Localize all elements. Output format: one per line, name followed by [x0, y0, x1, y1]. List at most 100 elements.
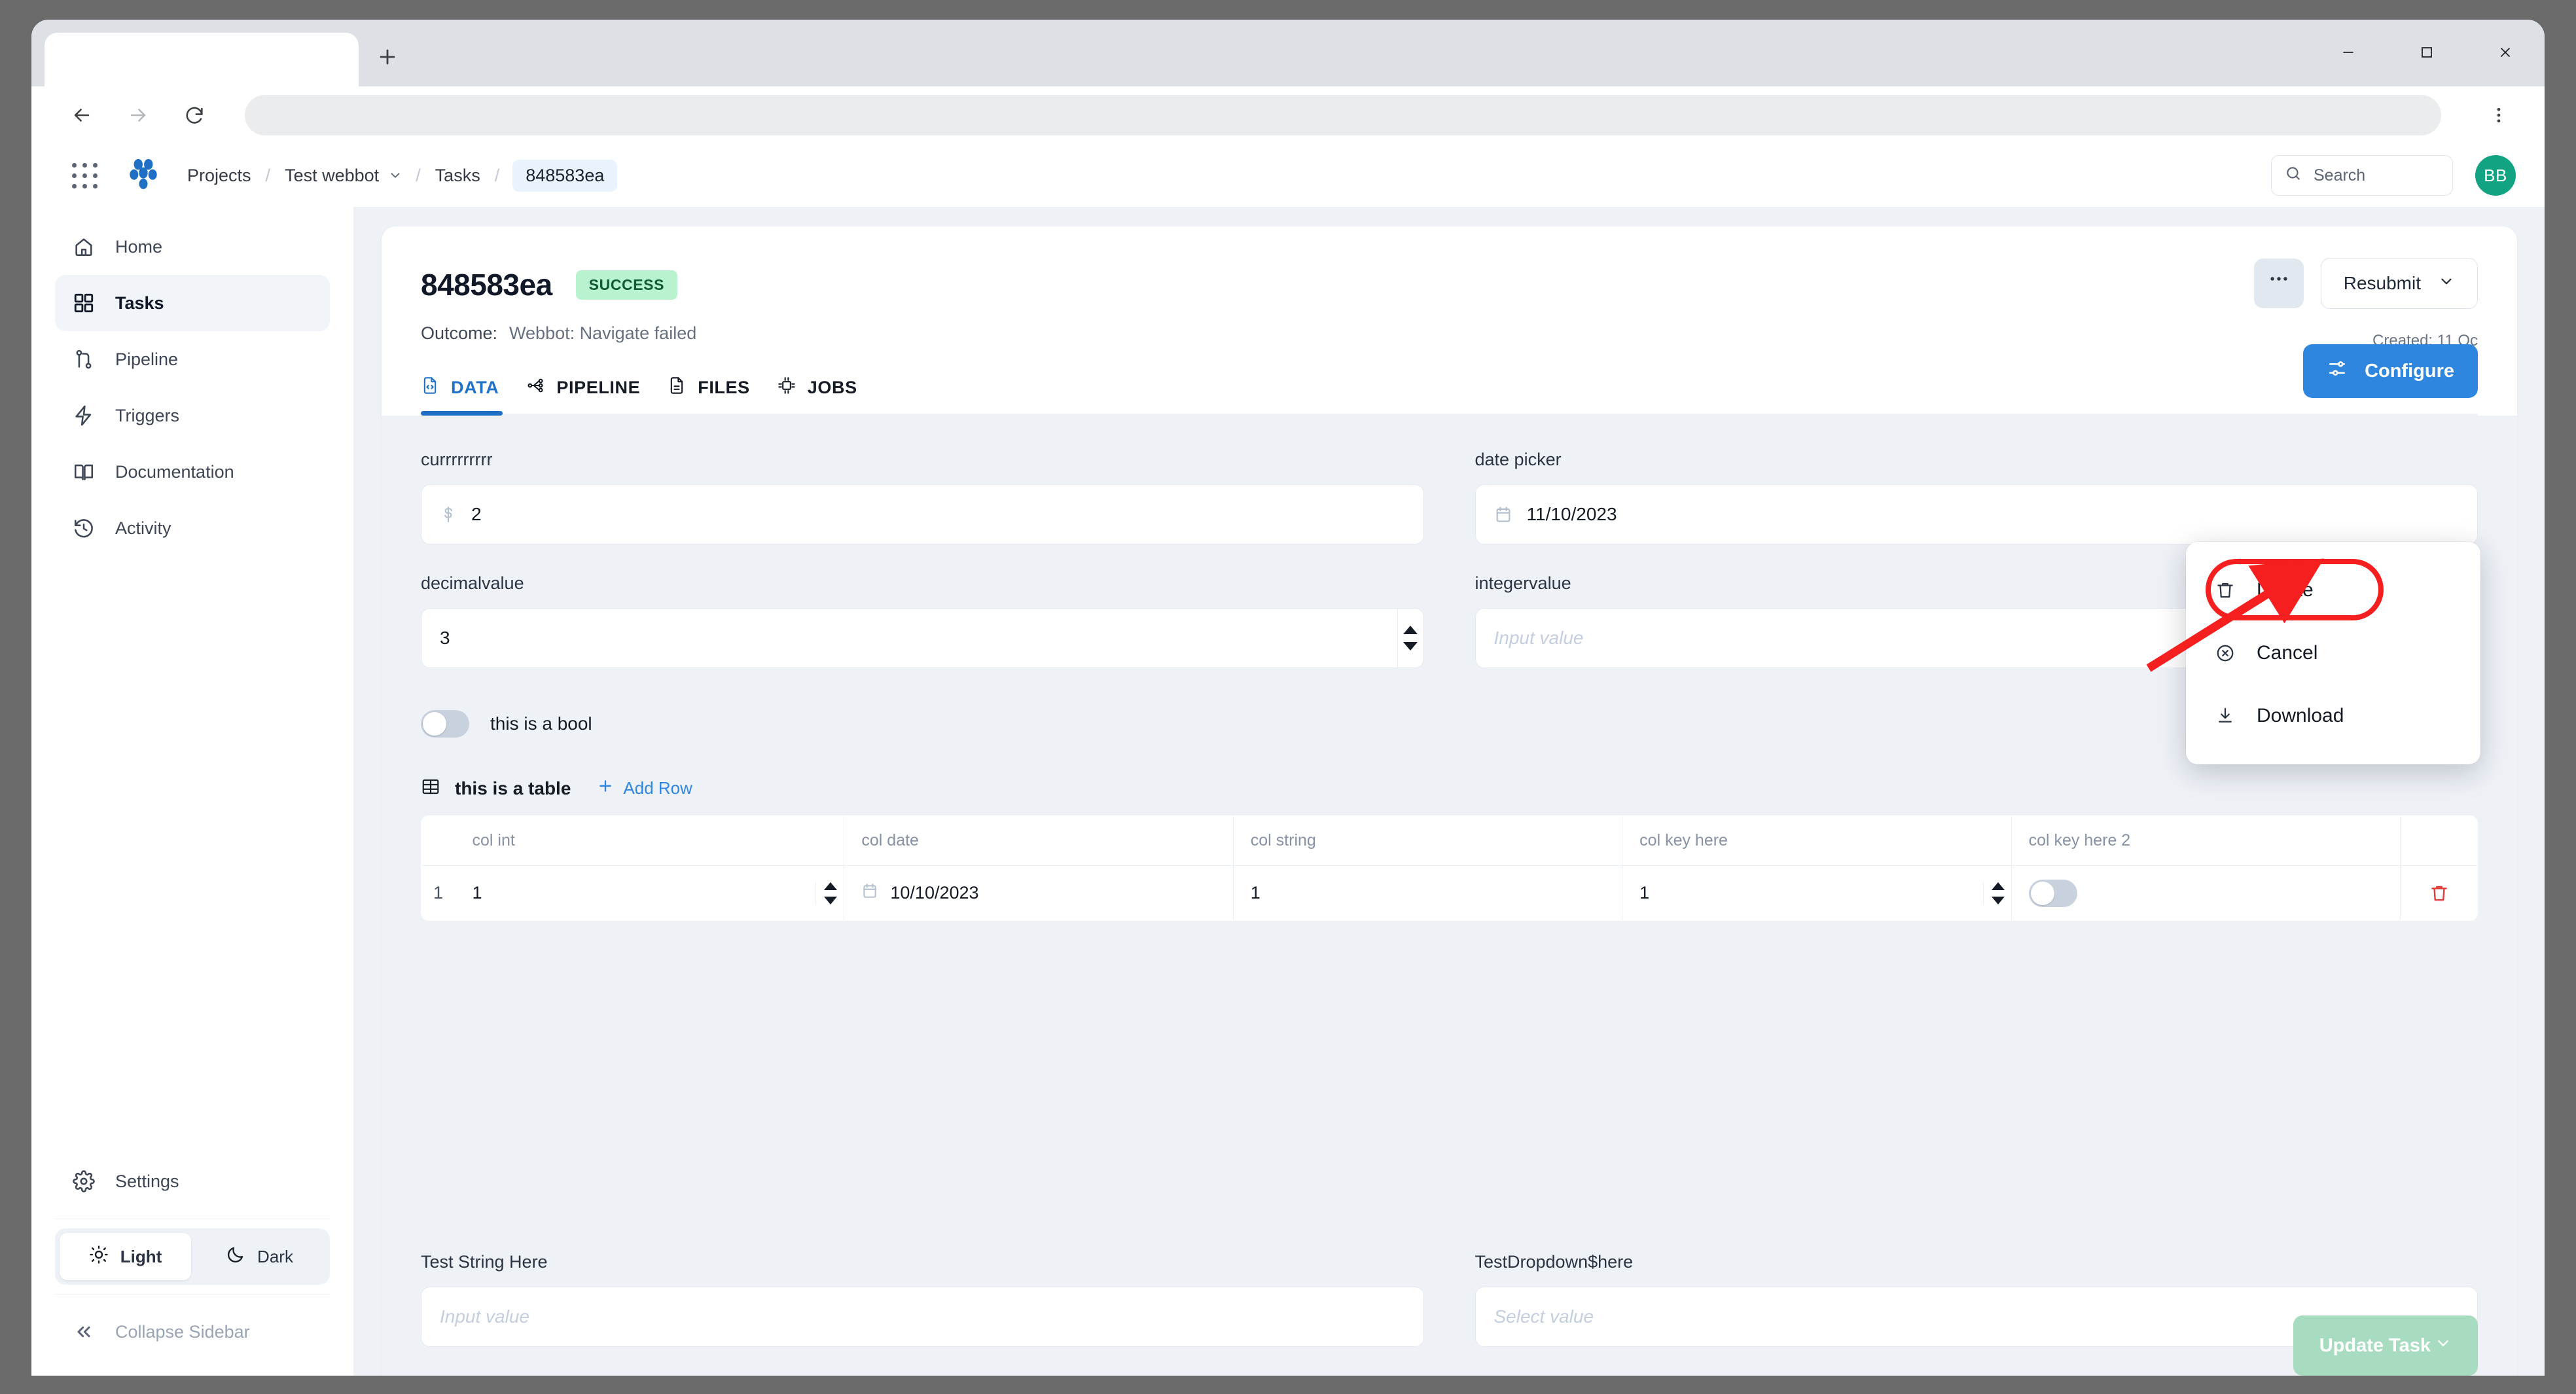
- lightning-icon: [72, 404, 96, 427]
- new-tab-button[interactable]: [359, 33, 416, 86]
- cell-col-string-value: 1: [1251, 883, 1261, 903]
- test-string-placeholder: Input value: [440, 1306, 529, 1327]
- resubmit-label: Resubmit: [2344, 273, 2421, 294]
- sidebar-item-label: Tasks: [115, 293, 164, 313]
- currency-input[interactable]: 2: [421, 484, 1424, 545]
- test-string-input[interactable]: Input value: [421, 1287, 1424, 1347]
- breadcrumb-item-current[interactable]: 848583ea: [512, 160, 617, 192]
- search-input[interactable]: Search: [2271, 155, 2453, 196]
- sidebar-item-activity[interactable]: Activity: [55, 500, 330, 556]
- nodes-icon: [526, 376, 545, 399]
- browser-tab[interactable]: [45, 33, 359, 86]
- table-row[interactable]: 1 1: [421, 866, 2478, 921]
- sidebar-divider-2: [55, 1294, 330, 1295]
- collapse-sidebar-button[interactable]: Collapse Sidebar: [55, 1304, 330, 1360]
- close-button[interactable]: [2466, 29, 2545, 76]
- tab-files[interactable]: FILES: [662, 376, 772, 414]
- tab-pipeline-label: PIPELINE: [556, 378, 640, 398]
- theme-option-light[interactable]: Light: [60, 1233, 191, 1280]
- breadcrumb-item-tasks[interactable]: Tasks: [434, 166, 482, 186]
- sidebar-item-home[interactable]: Home: [55, 219, 330, 275]
- delete-row-icon[interactable]: [2418, 884, 2460, 903]
- maximize-button[interactable]: [2388, 29, 2466, 76]
- menu-item-download[interactable]: Download: [2186, 685, 2480, 747]
- dollar-icon: [440, 505, 457, 524]
- table-col-col-key-here-2: col key here 2: [2011, 816, 2400, 866]
- file-icon: [668, 376, 686, 399]
- stepper-up-icon[interactable]: [824, 882, 837, 890]
- sidebar-item-triggers[interactable]: Triggers: [55, 387, 330, 444]
- stepper-up-icon[interactable]: [1403, 626, 1418, 634]
- forward-icon: [127, 104, 149, 126]
- cell-col-key-here-2[interactable]: [2011, 866, 2400, 921]
- stepper-down-icon[interactable]: [1992, 897, 2005, 904]
- file-code-icon: [421, 376, 439, 399]
- sidebar-spacer: [55, 556, 330, 1153]
- avatar[interactable]: BB: [2475, 155, 2516, 196]
- number-stepper[interactable]: [1397, 609, 1423, 668]
- sidebar-item-tasks[interactable]: Tasks: [55, 275, 330, 331]
- configure-button[interactable]: Configure: [2303, 344, 2478, 398]
- date-input[interactable]: 11/10/2023: [1475, 484, 2478, 545]
- cell-col-date-value: 10/10/2023: [890, 883, 978, 903]
- bottom-form-grid: Test String Here Input value TestDropdow…: [421, 1252, 2478, 1376]
- chevron-down-icon[interactable]: [388, 168, 402, 183]
- breadcrumb: Projects / Test webbot / Tasks / 848583e…: [186, 160, 617, 192]
- stepper-down-icon[interactable]: [1403, 642, 1418, 651]
- reload-icon[interactable]: [183, 104, 206, 126]
- bool-field-label: this is a bool: [490, 713, 592, 734]
- search-placeholder: Search: [2314, 166, 2365, 185]
- menu-item-delete[interactable]: Delete: [2186, 559, 2480, 622]
- table-col-col-date: col date: [844, 816, 1233, 866]
- sidebar-footer: Settings Light: [55, 1153, 330, 1376]
- theme-option-light-label: Light: [120, 1247, 162, 1267]
- cell-bool-toggle[interactable]: [2029, 880, 2077, 907]
- back-icon[interactable]: [71, 104, 93, 126]
- cell-col-key-here[interactable]: 1: [1622, 866, 2011, 921]
- tab-data[interactable]: DATA: [421, 376, 521, 414]
- pipeline-icon: [72, 348, 96, 371]
- update-task-button[interactable]: Update Task: [2293, 1315, 2478, 1376]
- sidebar-item-documentation[interactable]: Documentation: [55, 444, 330, 500]
- sidebar-item-settings[interactable]: Settings: [55, 1153, 330, 1209]
- sidebar-item-label: Activity: [115, 518, 171, 539]
- breadcrumb-item-projects[interactable]: Projects: [186, 166, 253, 186]
- sidebar-item-pipeline[interactable]: Pipeline: [55, 331, 330, 387]
- resubmit-button[interactable]: Resubmit: [2321, 258, 2478, 309]
- tab-pipeline[interactable]: PIPELINE: [521, 376, 662, 414]
- bool-toggle[interactable]: [421, 710, 469, 738]
- cell-col-int[interactable]: 1: [456, 866, 844, 921]
- stepper-down-icon[interactable]: [824, 897, 837, 904]
- stepper-up-icon[interactable]: [1992, 882, 2005, 890]
- date-input-value: 11/10/2023: [1527, 504, 1617, 525]
- chevrons-left-icon: [72, 1320, 96, 1344]
- add-row-button[interactable]: Add Row: [597, 777, 692, 799]
- more-options-button[interactable]: [2254, 259, 2304, 308]
- tab-jobs[interactable]: JOBS: [772, 376, 880, 414]
- menu-item-cancel-label: Cancel: [2257, 642, 2317, 664]
- table-col-index: [421, 816, 456, 866]
- browser-menu-icon[interactable]: [2475, 92, 2522, 139]
- avatar-initials: BB: [2484, 166, 2507, 186]
- app-header-right: Search BB: [2271, 155, 2516, 196]
- address-bar[interactable]: [245, 95, 2441, 135]
- cell-number-stepper[interactable]: [1983, 882, 2005, 904]
- browser-window: Projects / Test webbot / Tasks / 848583e…: [31, 20, 2545, 1376]
- bool-field: this is a bool: [421, 710, 2478, 738]
- task-outcome: Outcome: Webbot: Navigate failed: [421, 323, 2478, 344]
- apps-grid-icon[interactable]: [71, 162, 98, 189]
- cell-number-stepper[interactable]: [815, 882, 837, 904]
- calendar-icon: [1494, 505, 1512, 524]
- menu-item-cancel[interactable]: Cancel: [2186, 622, 2480, 685]
- cell-col-date[interactable]: 10/10/2023: [844, 866, 1233, 921]
- decimal-input[interactable]: 3: [421, 608, 1424, 668]
- breadcrumb-item-project[interactable]: Test webbot: [283, 166, 380, 186]
- field-label: date picker: [1475, 450, 2478, 470]
- status-badge: SUCCESS: [576, 270, 677, 300]
- cell-col-string[interactable]: 1: [1233, 866, 1622, 921]
- minimize-button[interactable]: [2309, 29, 2388, 76]
- moon-icon: [226, 1245, 245, 1269]
- theme-option-dark[interactable]: Dark: [194, 1233, 325, 1280]
- sidebar-item-label: Settings: [115, 1171, 179, 1192]
- chevron-down-icon: [2435, 1334, 2452, 1357]
